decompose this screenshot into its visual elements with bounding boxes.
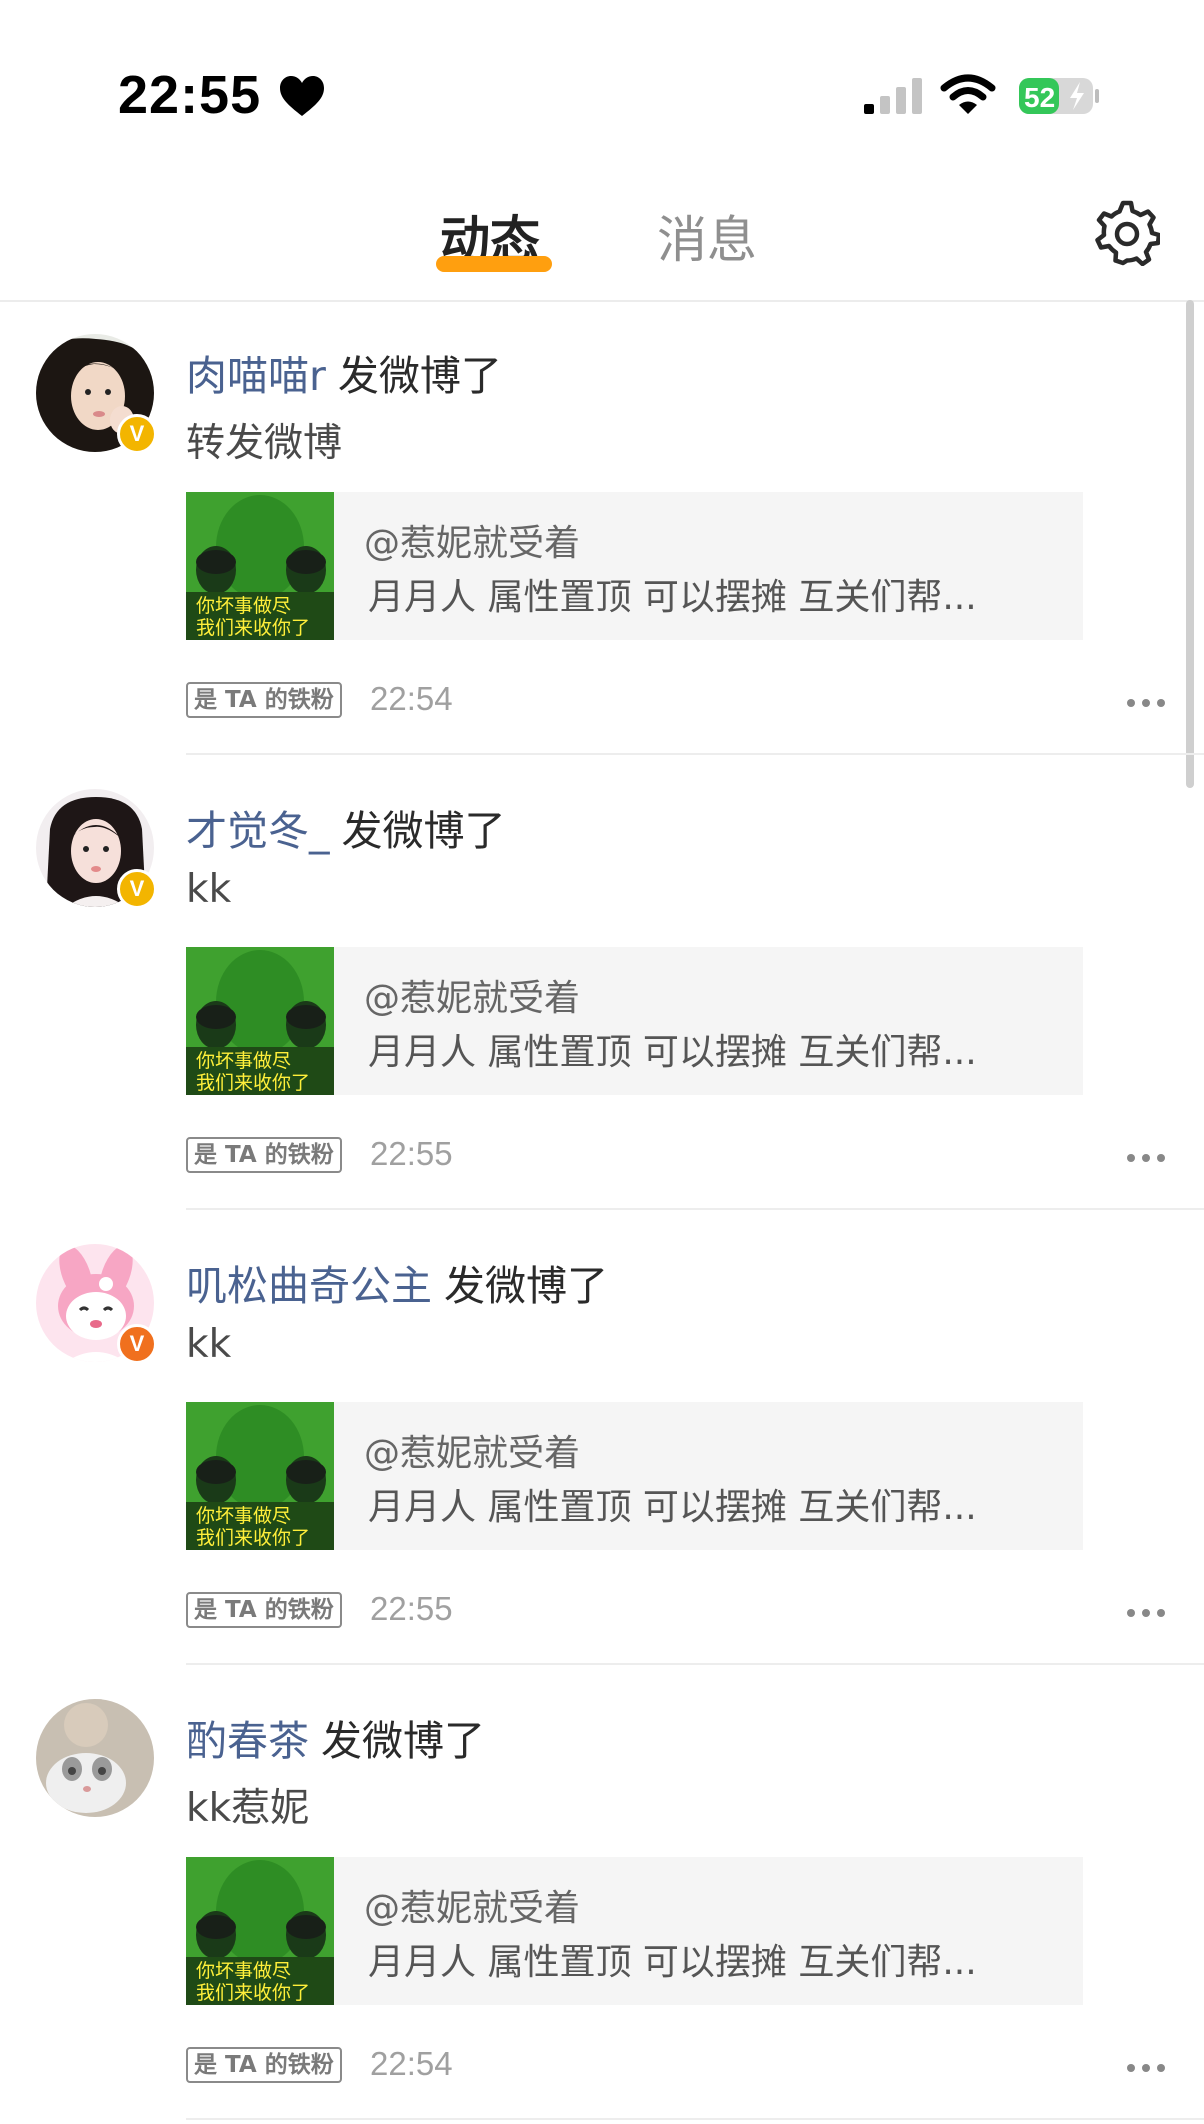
thumb-caption-1: 你坏事做尽	[196, 595, 291, 617]
feed-item[interactable]: V 叽松曲奇公主 发微博了 kk 你坏事做尽 我们来收你了 @惹妮就受着 月月人…	[0, 1210, 1204, 1665]
fan-badge: 是 TA 的铁粉	[186, 2047, 342, 2083]
post-time: 22:55	[370, 1135, 453, 1172]
battery-charging-icon: 52	[1019, 78, 1099, 114]
post-time: 22:54	[370, 2045, 453, 2082]
repost-thumbnail: 你坏事做尽 我们来收你了	[186, 1857, 334, 2005]
username-link[interactable]: 才觉冬_	[186, 807, 330, 855]
fan-badge: 是 TA 的铁粉	[186, 1137, 342, 1173]
thumb-caption-2: 我们来收你了	[196, 1072, 310, 1094]
username-link[interactable]: 酌春茶	[186, 1717, 309, 1765]
post-time: 22:54	[370, 680, 453, 717]
tab-xiaoxi[interactable]: 消息	[657, 200, 757, 272]
repost-author: @惹妮就受着	[364, 1888, 581, 1929]
post-headline: 肉喵喵r 发微博了	[186, 342, 502, 402]
repost-author: @惹妮就受着	[364, 1433, 581, 1474]
verified-badge-icon: V	[117, 414, 157, 454]
wifi-icon	[940, 74, 996, 114]
repost-card[interactable]: 你坏事做尽 我们来收你了 @惹妮就受着 月月人 属性置顶 可以摆摊 互关们帮..…	[186, 1402, 1083, 1550]
feed-item[interactable]: V 肉喵喵r 发微博了 转发微博 你坏事做尽 我们来收你了 @惹妮就受着 月月人…	[0, 300, 1204, 755]
thumb-caption-1: 你坏事做尽	[196, 1505, 291, 1527]
repost-description: 月月人 属性置顶 可以摆摊 互关们帮...	[368, 1942, 977, 1983]
thumb-caption-2: 我们来收你了	[196, 617, 310, 639]
repost-thumbnail: 你坏事做尽 我们来收你了	[186, 1402, 334, 1550]
heart-icon	[280, 76, 324, 116]
post-action-text: 发微博了	[337, 352, 502, 400]
post-text: kk惹妮	[186, 1786, 310, 1831]
battery-level-text: 52	[1024, 82, 1055, 113]
repost-thumbnail: 你坏事做尽 我们来收你了	[186, 947, 334, 1095]
more-dots-icon[interactable]	[1126, 2063, 1166, 2073]
top-nav: 动态 消息	[0, 170, 1204, 302]
repost-card[interactable]: 你坏事做尽 我们来收你了 @惹妮就受着 月月人 属性置顶 可以摆摊 互关们帮..…	[186, 947, 1083, 1095]
repost-card[interactable]: 你坏事做尽 我们来收你了 @惹妮就受着 月月人 属性置顶 可以摆摊 互关们帮..…	[186, 1857, 1083, 2005]
repost-thumbnail: 你坏事做尽 我们来收你了	[186, 492, 334, 640]
cellular-signal-icon	[864, 78, 922, 114]
repost-description: 月月人 属性置顶 可以摆摊 互关们帮...	[368, 1032, 977, 1073]
thumb-caption-2: 我们来收你了	[196, 1527, 310, 1549]
divider	[186, 2118, 1204, 2120]
fan-badge: 是 TA 的铁粉	[186, 682, 342, 718]
post-text: 转发微博	[186, 421, 343, 466]
post-headline: 叽松曲奇公主 发微博了	[186, 1252, 608, 1312]
more-dots-icon[interactable]	[1126, 698, 1166, 708]
gear-icon[interactable]	[1094, 200, 1160, 266]
post-headline: 酌春茶 发微博了	[186, 1707, 485, 1767]
repost-author: @惹妮就受着	[364, 523, 581, 564]
feed-item[interactable]: V 才觉冬_ 发微博了 kk 你坏事做尽 我们来收你了 @惹妮就受着 月月人 属…	[0, 755, 1204, 1210]
thumb-caption-2: 我们来收你了	[196, 1982, 310, 2004]
post-headline: 才觉冬_ 发微博了	[186, 797, 506, 857]
username-link[interactable]: 肉喵喵r	[186, 352, 326, 400]
thumb-caption-1: 你坏事做尽	[196, 1960, 291, 1982]
repost-author: @惹妮就受着	[364, 978, 581, 1019]
more-dots-icon[interactable]	[1126, 1153, 1166, 1163]
status-bar: 22:55 52	[0, 0, 1204, 170]
avatar[interactable]	[36, 1699, 154, 1817]
feed-item[interactable]: 酌春茶 发微博了 kk惹妮 你坏事做尽 我们来收你了 @惹妮就受着 月月人 属性置…	[0, 1665, 1204, 2120]
post-text: kk	[186, 1322, 232, 1367]
post-action-text: 发微博了	[321, 1717, 485, 1765]
repost-card[interactable]: 你坏事做尽 我们来收你了 @惹妮就受着 月月人 属性置顶 可以摆摊 互关们帮..…	[186, 492, 1083, 640]
status-time: 22:55	[118, 65, 262, 125]
more-dots-icon[interactable]	[1126, 1608, 1166, 1618]
thumb-caption-1: 你坏事做尽	[196, 1050, 291, 1072]
feed-list: V 肉喵喵r 发微博了 转发微博 你坏事做尽 我们来收你了 @惹妮就受着 月月人…	[0, 300, 1204, 2120]
active-tab-indicator	[436, 256, 552, 272]
fan-badge: 是 TA 的铁粉	[186, 1592, 342, 1628]
repost-description: 月月人 属性置顶 可以摆摊 互关们帮...	[368, 1487, 977, 1528]
verified-badge-icon: V	[117, 869, 157, 909]
post-time: 22:55	[370, 1590, 453, 1627]
repost-description: 月月人 属性置顶 可以摆摊 互关们帮...	[368, 577, 977, 618]
post-text: kk	[186, 867, 232, 912]
post-action-text: 发微博了	[341, 807, 506, 855]
post-action-text: 发微博了	[444, 1262, 608, 1310]
username-link[interactable]: 叽松曲奇公主	[186, 1262, 432, 1310]
verified-badge-icon: V	[117, 1324, 157, 1364]
